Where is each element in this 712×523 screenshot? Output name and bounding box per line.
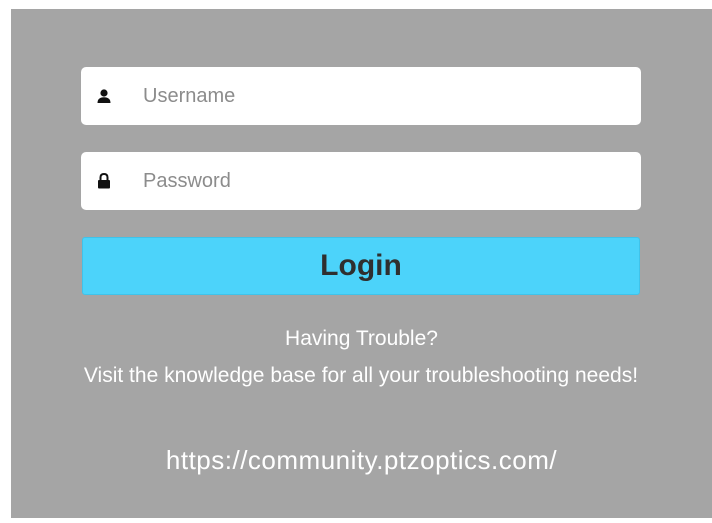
community-link[interactable]: https://community.ptzoptics.com/: [11, 445, 712, 476]
help-text: Visit the knowledge base for all your tr…: [83, 364, 639, 387]
username-input[interactable]: [129, 67, 629, 125]
password-field[interactable]: [81, 152, 641, 210]
login-panel: Login Having Trouble? Visit the knowledg…: [11, 9, 712, 518]
login-button[interactable]: Login: [82, 237, 640, 295]
help-title: Having Trouble?: [285, 327, 438, 350]
password-input[interactable]: [129, 152, 629, 210]
lock-icon: [81, 152, 127, 210]
user-icon: [81, 67, 127, 125]
username-field[interactable]: [81, 67, 641, 125]
